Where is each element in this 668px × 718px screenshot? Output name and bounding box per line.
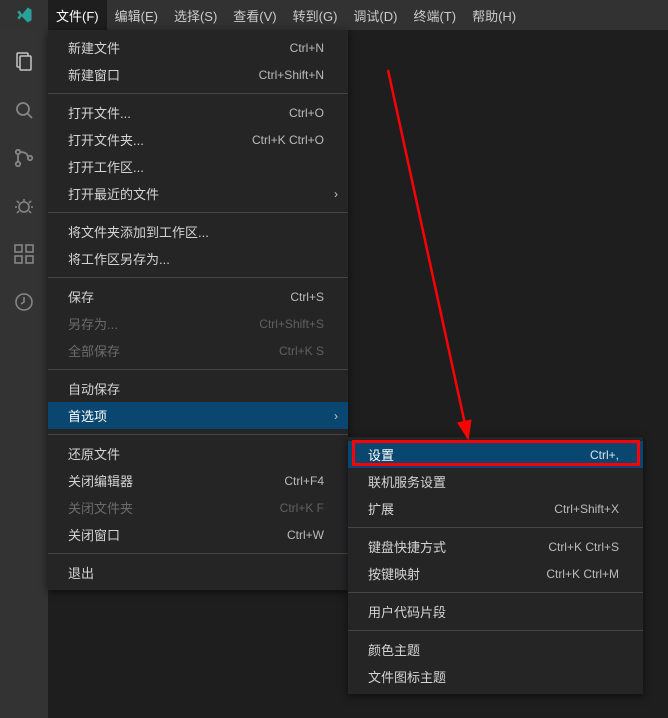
menu-item-label: 自动保存: [68, 379, 324, 398]
file-item-12: 另存为...Ctrl+Shift+S: [48, 310, 348, 337]
pref-item-5[interactable]: 按键映射Ctrl+K Ctrl+M: [348, 560, 643, 587]
menu-3[interactable]: 查看(V): [225, 0, 284, 30]
menu-item-label: 新建窗口: [68, 65, 259, 84]
timeline-icon[interactable]: [0, 278, 48, 326]
menu-item-label: 设置: [368, 445, 590, 464]
chevron-right-icon: ›: [334, 409, 338, 423]
file-separator: [48, 369, 348, 370]
app-logo: [0, 0, 48, 30]
chevron-right-icon: ›: [334, 187, 338, 201]
file-item-20: 关闭文件夹Ctrl+K F: [48, 494, 348, 521]
search-icon[interactable]: [0, 86, 48, 134]
menu-item-label: 将文件夹添加到工作区...: [68, 222, 324, 241]
menu-item-label: 关闭编辑器: [68, 471, 284, 490]
menu-item-label: 还原文件: [68, 444, 324, 463]
pref-item-2[interactable]: 扩展Ctrl+Shift+X: [348, 495, 643, 522]
debug-icon[interactable]: [0, 182, 48, 230]
pref-separator: [348, 592, 643, 593]
pref-separator: [348, 527, 643, 528]
pref-item-0[interactable]: 设置Ctrl+,: [348, 441, 643, 468]
menu-4[interactable]: 转到(G): [285, 0, 346, 30]
menu-item-label: 关闭文件夹: [68, 498, 280, 517]
menu-item-shortcut: Ctrl+F4: [284, 474, 324, 488]
pref-item-4[interactable]: 键盘快捷方式Ctrl+K Ctrl+S: [348, 533, 643, 560]
preferences-submenu: 设置Ctrl+,联机服务设置扩展Ctrl+Shift+X键盘快捷方式Ctrl+K…: [348, 437, 643, 694]
pref-item-1[interactable]: 联机服务设置: [348, 468, 643, 495]
menu-item-shortcut: Ctrl+Shift+X: [554, 502, 619, 516]
menu-6[interactable]: 终端(T): [405, 0, 464, 30]
menu-item-label: 打开文件夹...: [68, 130, 252, 149]
menu-5[interactable]: 调试(D): [345, 0, 405, 30]
menu-item-label: 打开最近的文件: [68, 184, 324, 203]
file-separator: [48, 212, 348, 213]
menu-item-shortcut: Ctrl+K Ctrl+O: [252, 133, 324, 147]
menu-item-shortcut: Ctrl+,: [590, 448, 619, 462]
file-item-5[interactable]: 打开工作区...: [48, 153, 348, 180]
file-separator: [48, 553, 348, 554]
file-item-8[interactable]: 将文件夹添加到工作区...: [48, 218, 348, 245]
file-separator: [48, 93, 348, 94]
file-item-3[interactable]: 打开文件...Ctrl+O: [48, 99, 348, 126]
file-item-11[interactable]: 保存Ctrl+S: [48, 283, 348, 310]
menu-item-label: 首选项: [68, 406, 324, 425]
vscode-icon: [15, 6, 33, 24]
file-item-0[interactable]: 新建文件Ctrl+N: [48, 34, 348, 61]
pref-item-9[interactable]: 颜色主题: [348, 636, 643, 663]
menu-item-label: 另存为...: [68, 314, 259, 333]
file-item-1[interactable]: 新建窗口Ctrl+Shift+N: [48, 61, 348, 88]
menu-7[interactable]: 帮助(H): [464, 0, 524, 30]
file-separator: [48, 277, 348, 278]
menu-item-shortcut: Ctrl+Shift+N: [259, 68, 324, 82]
menu-item-label: 文件图标主题: [368, 667, 619, 686]
menu-item-label: 新建文件: [68, 38, 290, 57]
menu-item-label: 颜色主题: [368, 640, 619, 659]
menu-item-label: 打开文件...: [68, 103, 289, 122]
menu-item-shortcut: Ctrl+K Ctrl+S: [548, 540, 619, 554]
file-separator: [48, 434, 348, 435]
menu-item-shortcut: Ctrl+N: [290, 41, 324, 55]
menu-item-label: 联机服务设置: [368, 472, 619, 491]
menu-item-label: 键盘快捷方式: [368, 537, 548, 556]
menu-item-label: 将工作区另存为...: [68, 249, 324, 268]
file-item-23[interactable]: 退出: [48, 559, 348, 586]
file-item-13: 全部保存Ctrl+K S: [48, 337, 348, 364]
source-control-icon[interactable]: [0, 134, 48, 182]
pref-item-7[interactable]: 用户代码片段: [348, 598, 643, 625]
menu-item-shortcut: Ctrl+K F: [280, 501, 324, 515]
pref-separator: [348, 630, 643, 631]
menu-item-shortcut: Ctrl+O: [289, 106, 324, 120]
file-menu-dropdown: 新建文件Ctrl+N新建窗口Ctrl+Shift+N打开文件...Ctrl+O打…: [48, 30, 348, 590]
titlebar: 文件(F)编辑(E)选择(S)查看(V)转到(G)调试(D)终端(T)帮助(H): [0, 0, 668, 30]
file-item-4[interactable]: 打开文件夹...Ctrl+K Ctrl+O: [48, 126, 348, 153]
menu-item-label: 按键映射: [368, 564, 546, 583]
menu-2[interactable]: 选择(S): [166, 0, 225, 30]
menu-0[interactable]: 文件(F): [48, 0, 107, 30]
menu-item-label: 扩展: [368, 499, 554, 518]
file-item-21[interactable]: 关闭窗口Ctrl+W: [48, 521, 348, 548]
menu-1[interactable]: 编辑(E): [107, 0, 166, 30]
menu-item-shortcut: Ctrl+W: [287, 528, 324, 542]
activity-bar: [0, 30, 48, 718]
explorer-icon[interactable]: [0, 38, 48, 86]
menu-item-label: 全部保存: [68, 341, 279, 360]
menu-item-shortcut: Ctrl+S: [290, 290, 324, 304]
menu-item-label: 退出: [68, 563, 324, 582]
menu-item-label: 保存: [68, 287, 290, 306]
menu-item-shortcut: Ctrl+Shift+S: [259, 317, 324, 331]
menu-item-label: 打开工作区...: [68, 157, 324, 176]
file-item-6[interactable]: 打开最近的文件 ›: [48, 180, 348, 207]
file-item-15[interactable]: 自动保存: [48, 375, 348, 402]
menubar: 文件(F)编辑(E)选择(S)查看(V)转到(G)调试(D)终端(T)帮助(H): [48, 0, 524, 30]
pref-item-10[interactable]: 文件图标主题: [348, 663, 643, 690]
file-item-9[interactable]: 将工作区另存为...: [48, 245, 348, 272]
menu-item-label: 关闭窗口: [68, 525, 287, 544]
menu-item-label: 用户代码片段: [368, 602, 619, 621]
menu-item-shortcut: Ctrl+K S: [279, 344, 324, 358]
file-item-19[interactable]: 关闭编辑器Ctrl+F4: [48, 467, 348, 494]
extensions-icon[interactable]: [0, 230, 48, 278]
file-item-16[interactable]: 首选项 ›: [48, 402, 348, 429]
menu-item-shortcut: Ctrl+K Ctrl+M: [546, 567, 619, 581]
file-item-18[interactable]: 还原文件: [48, 440, 348, 467]
